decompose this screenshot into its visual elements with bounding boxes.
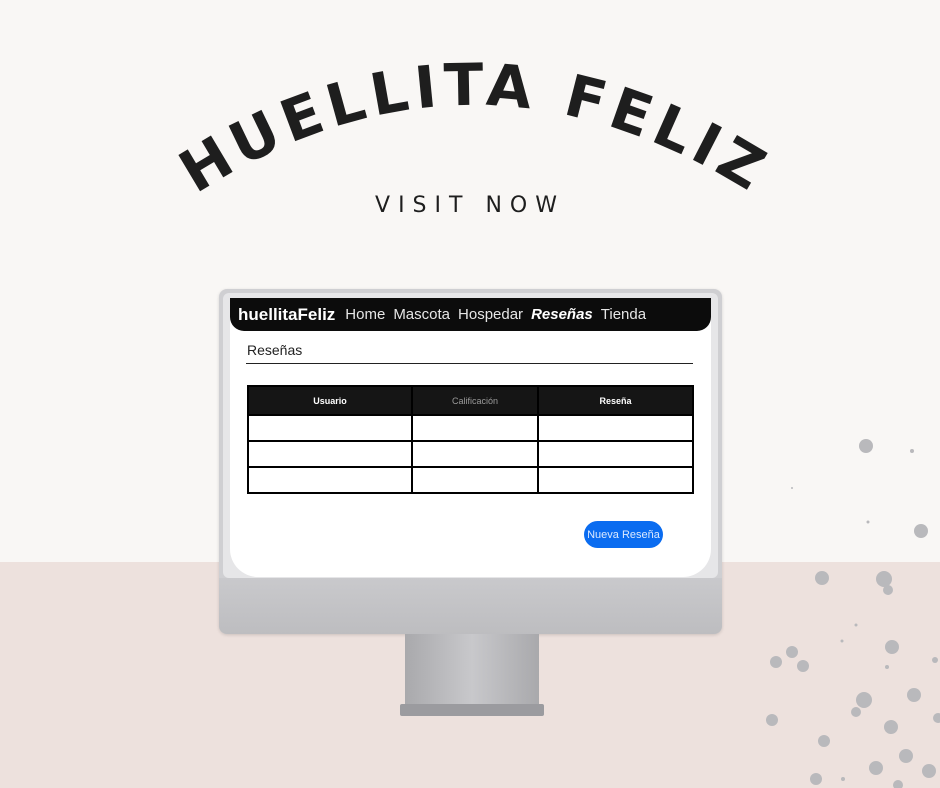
table-cell	[537, 414, 694, 442]
poster-title-text: HUELLITA FELIZ	[168, 51, 776, 207]
nav-hospedar[interactable]: Hospedar	[458, 306, 523, 323]
monitor-stand	[405, 634, 539, 714]
column-header-calificacion: Calificación	[411, 385, 539, 416]
table-row	[247, 440, 694, 468]
table-cell	[537, 466, 694, 494]
table-cell	[411, 466, 539, 494]
navbar: huellitaFeliz Home Mascota Hospedar Rese…	[230, 298, 711, 331]
monitor-stand-base	[400, 704, 544, 716]
svg-text:HUELLITA FELIZ: HUELLITA FELIZ	[168, 51, 782, 207]
monitor-chin	[219, 578, 722, 634]
table-cell	[247, 440, 413, 468]
poster-title: HUELLITA FELIZ	[168, 51, 782, 207]
column-header-resena: Reseña	[537, 385, 694, 416]
table-cell	[537, 440, 694, 468]
new-review-button[interactable]: Nueva Reseña	[584, 521, 663, 548]
poster-subtitle: VISIT NOW	[375, 193, 565, 218]
nav-home[interactable]: Home	[345, 306, 385, 323]
table-row	[247, 414, 694, 442]
table-cell	[411, 414, 539, 442]
table-cell	[411, 440, 539, 468]
nav-mascota[interactable]: Mascota	[393, 306, 450, 323]
table-row	[247, 466, 694, 494]
table-cell	[247, 414, 413, 442]
app-screen: huellitaFeliz Home Mascota Hospedar Rese…	[230, 298, 711, 577]
column-header-usuario: Usuario	[247, 385, 413, 416]
table-cell	[247, 466, 413, 494]
nav-tienda[interactable]: Tienda	[601, 306, 646, 323]
nav-resenas[interactable]: Reseñas	[531, 306, 593, 323]
section-divider	[246, 363, 693, 364]
section-title: Reseñas	[247, 342, 303, 358]
brand-logo[interactable]: huellitaFeliz	[238, 305, 335, 325]
reviews-table: Usuario Calificación Reseña	[247, 385, 694, 494]
table-header-row: Usuario Calificación Reseña	[247, 385, 694, 416]
